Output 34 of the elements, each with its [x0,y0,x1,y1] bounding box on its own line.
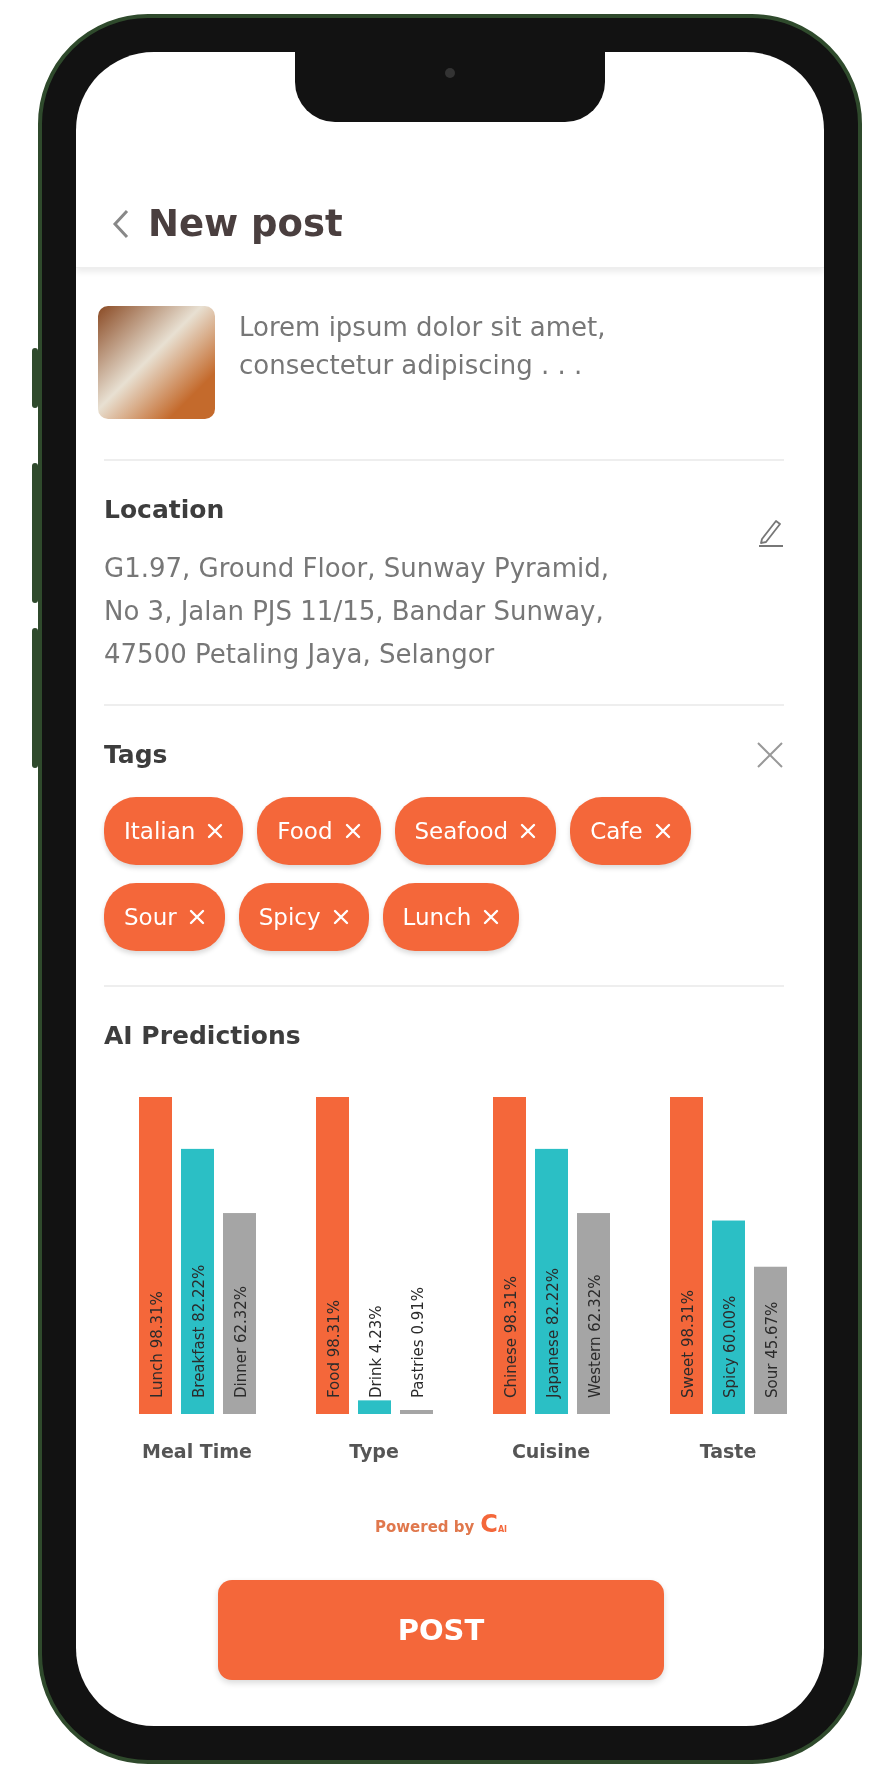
bar-value-label: Breakfast 82.22% [190,1264,208,1398]
tag-chip[interactable]: Cafe [570,797,691,865]
bar-value-label: Dinner 62.32% [232,1285,250,1398]
bar-value-label: Food 98.31% [325,1300,343,1398]
category-label: Meal Time [142,1440,252,1462]
bar-value-label: Japanese 82.22% [544,1267,562,1398]
category-label: Taste [699,1440,757,1462]
brand-logo: CAI [480,1510,508,1538]
category-label: Type [349,1440,399,1462]
address-line: 47500 Petaling Jaya, Selangor [104,638,496,671]
bar-value-label: Chinese 98.31% [502,1276,520,1398]
bar-value-label: Western 62.32% [586,1274,604,1398]
tag-chip[interactable]: Sour [104,883,225,951]
powered-by-text: Powered by [374,1518,475,1536]
bar-value-label: Lunch 98.31% [148,1291,166,1398]
tag-chip[interactable]: Lunch [382,883,520,951]
post-caption: Lorem ipsum dolor sit amet, consectetur adipiscing . . . [239,311,607,382]
bar-value-label: Sweet 98.31% [679,1289,697,1398]
post-button[interactable]: POST [218,1580,664,1680]
bar-value-label: Pastries 0.91% [409,1286,427,1398]
section-heading: Location [104,495,225,524]
bar-value-label: Drink 4.23% [367,1305,385,1398]
address-line: No 3, Jalan PJS 11/15, Bandar Sunway, [104,595,605,628]
category-label: Cuisine [511,1440,591,1462]
section-heading: AI Predictions [104,1021,302,1050]
page-title: New post [148,202,343,245]
tag-chip[interactable]: Seafood [394,797,557,865]
bar-value-label: Spicy 60.00% [721,1295,739,1398]
bar-value-label: Sour 45.67% [763,1301,781,1398]
tag-chip[interactable]: Italian [104,797,244,865]
address-line: G1.97, Ground Floor, Sunway Pyramid, [104,552,610,585]
tag-chip[interactable]: Spicy [238,883,369,951]
tag-chip[interactable]: Food [257,797,381,865]
section-heading: Tags [104,740,168,769]
